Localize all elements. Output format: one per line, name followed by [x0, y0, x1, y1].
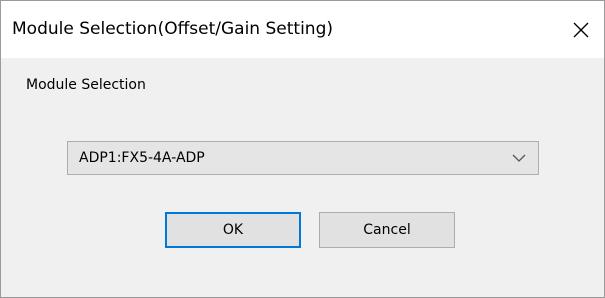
title-bar: Module Selection(Offset/Gain Setting) [1, 1, 604, 58]
ok-button[interactable]: OK [165, 212, 301, 248]
module-selection-label: Module Selection [26, 77, 146, 93]
module-select-dropdown[interactable]: ADP1:FX5-4A-ADP [67, 141, 539, 175]
cancel-button[interactable]: Cancel [319, 212, 455, 248]
module-select-value: ADP1:FX5-4A-ADP [79, 150, 205, 166]
module-selection-dialog: Module Selection(Offset/Gain Setting) Mo… [0, 0, 605, 298]
close-icon [573, 22, 589, 38]
window-title: Module Selection(Offset/Gain Setting) [12, 19, 333, 39]
chevron-down-icon [512, 154, 526, 163]
close-button[interactable] [558, 1, 604, 58]
